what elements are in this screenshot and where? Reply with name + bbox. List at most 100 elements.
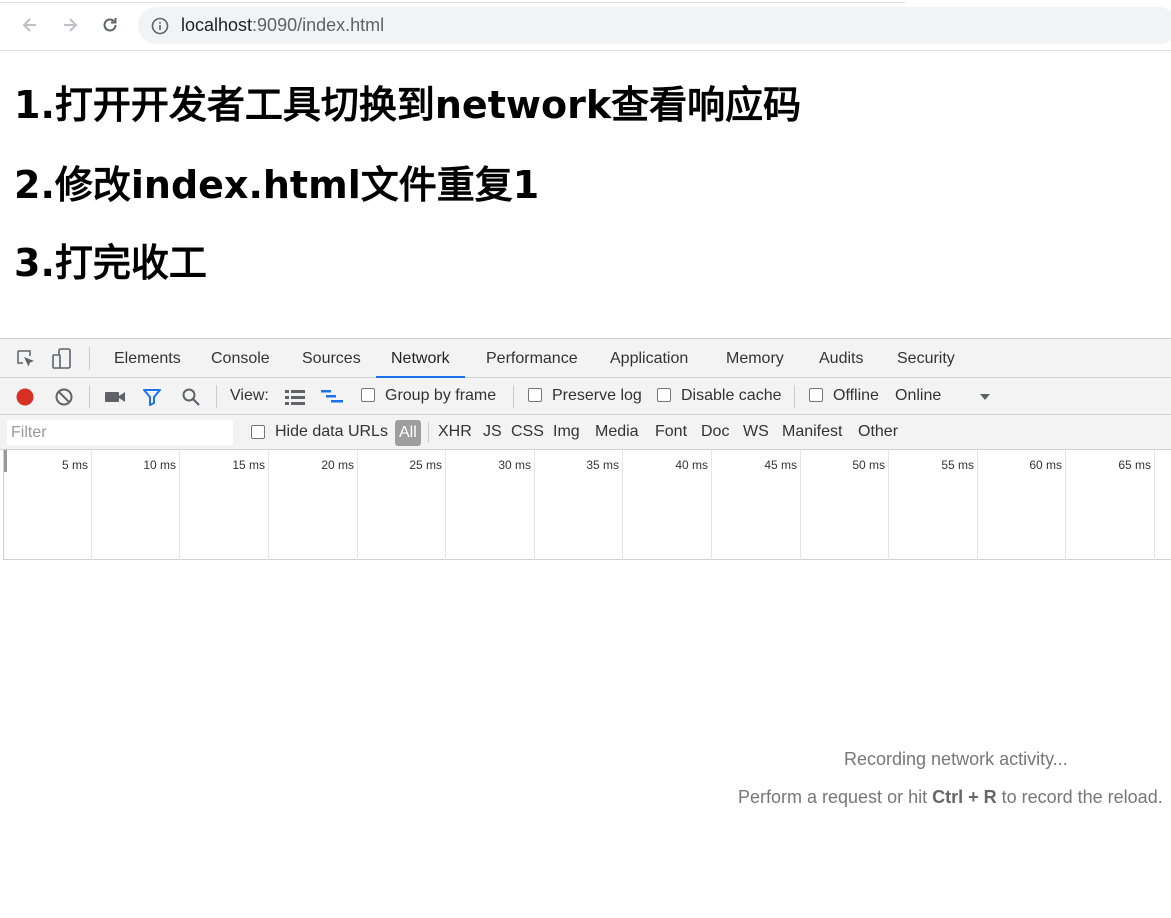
timeline-overview[interactable]: 5 ms 10 ms 15 ms 20 ms 25 ms 30 ms 35 ms… bbox=[3, 450, 1171, 560]
tab-console[interactable]: Console bbox=[211, 339, 270, 378]
reload-icon bbox=[103, 18, 117, 32]
forward-button[interactable] bbox=[58, 13, 82, 37]
inspect-cursor-icon bbox=[17, 350, 34, 367]
filter-type-doc[interactable]: Doc bbox=[701, 423, 729, 441]
filter-type-other[interactable]: Other bbox=[858, 423, 898, 441]
filter-type-xhr[interactable]: XHR bbox=[438, 423, 472, 441]
capture-screenshots-button[interactable] bbox=[104, 386, 126, 408]
filter-funnel-icon bbox=[143, 389, 161, 406]
overview-button[interactable] bbox=[321, 386, 343, 408]
timeline-tick-label: 25 ms bbox=[409, 458, 442, 472]
tab-memory[interactable]: Memory bbox=[726, 339, 784, 378]
heading-step-1: 1.打开开发者工具切换到network查看响应码 bbox=[14, 83, 802, 127]
record-button[interactable] bbox=[14, 386, 36, 408]
page-content: 1.打开开发者工具切换到network查看响应码 2.修改index.html文… bbox=[0, 52, 1171, 338]
hint-key-r: R bbox=[983, 787, 997, 807]
browser-toolbar: localhost:9090/index.html bbox=[0, 0, 1171, 51]
filter-input[interactable] bbox=[7, 420, 233, 445]
toolbar-divider bbox=[794, 385, 795, 408]
disable-cache-label[interactable]: Disable cache bbox=[681, 387, 782, 405]
toolbar-divider bbox=[513, 385, 514, 408]
tab-audits[interactable]: Audits bbox=[819, 339, 863, 378]
back-button[interactable] bbox=[18, 13, 42, 37]
inspect-element-button[interactable] bbox=[15, 348, 37, 370]
offline-checkbox[interactable] bbox=[809, 388, 823, 402]
tab-sources[interactable]: Sources bbox=[302, 339, 361, 378]
throttling-select[interactable]: Online bbox=[895, 387, 941, 405]
timeline-tick: 45 ms bbox=[712, 450, 801, 560]
toolbar-divider bbox=[89, 385, 90, 408]
preserve-log-label[interactable]: Preserve log bbox=[552, 387, 642, 405]
timeline-tick-label: 30 ms bbox=[498, 458, 531, 472]
timeline-tick-label: 15 ms bbox=[232, 458, 265, 472]
filter-type-manifest[interactable]: Manifest bbox=[782, 423, 842, 441]
tab-elements[interactable]: Elements bbox=[114, 339, 181, 378]
record-icon bbox=[16, 388, 34, 406]
tab-performance[interactable]: Performance bbox=[486, 339, 578, 378]
filter-type-media[interactable]: Media bbox=[595, 423, 639, 441]
timeline-tick-label: 60 ms bbox=[1029, 458, 1062, 472]
timeline-tick-label: 35 ms bbox=[586, 458, 619, 472]
search-button[interactable] bbox=[180, 386, 202, 408]
timeline-tick: 50 ms bbox=[801, 450, 889, 560]
clear-button[interactable] bbox=[53, 386, 75, 408]
timeline-tick: 65 ms bbox=[1066, 450, 1155, 560]
timeline-tick-label: 20 ms bbox=[321, 458, 354, 472]
throttling-dropdown-button[interactable] bbox=[974, 386, 996, 408]
url-text[interactable]: localhost:9090/index.html bbox=[181, 15, 384, 36]
arrow-right-icon bbox=[64, 18, 78, 32]
devtools-panel: Elements Console Sources Network Perform… bbox=[0, 338, 1171, 918]
tab-application[interactable]: Application bbox=[610, 339, 688, 378]
arrow-left-icon bbox=[22, 18, 36, 32]
filter-type-ws[interactable]: WS bbox=[743, 423, 769, 441]
timeline-tick-label: 5 ms bbox=[61, 458, 88, 472]
filter-type-js[interactable]: JS bbox=[483, 423, 502, 441]
filter-type-font[interactable]: Font bbox=[655, 423, 687, 441]
timeline-tick-label: 45 ms bbox=[764, 458, 797, 472]
tab-network[interactable]: Network bbox=[376, 339, 465, 378]
filter-type-css[interactable]: CSS bbox=[511, 423, 544, 441]
large-rows-button[interactable] bbox=[284, 386, 306, 408]
hint-plus: + bbox=[963, 787, 984, 807]
hide-data-urls-checkbox[interactable] bbox=[251, 425, 265, 439]
hint-key-ctrl: Ctrl bbox=[932, 787, 964, 807]
search-icon bbox=[182, 388, 200, 406]
filter-type-all[interactable]: All bbox=[395, 420, 421, 446]
devtools-tabbar: Elements Console Sources Network Perform… bbox=[0, 339, 1171, 378]
preserve-log-checkbox[interactable] bbox=[528, 388, 542, 402]
url-host: localhost bbox=[181, 15, 253, 35]
timeline-tick-label: 40 ms bbox=[675, 458, 708, 472]
timeline-tick: 5 ms bbox=[4, 450, 92, 560]
offline-label[interactable]: Offline bbox=[833, 387, 879, 405]
hint-suffix: to record the reload. bbox=[996, 787, 1163, 807]
video-camera-icon bbox=[105, 392, 125, 402]
filterbar-divider bbox=[428, 422, 429, 443]
timeline-tick: 10 ms bbox=[92, 450, 180, 560]
group-by-frame-checkbox[interactable] bbox=[361, 388, 375, 402]
timeline-tick: 25 ms bbox=[358, 450, 446, 560]
timeline-tick-label: 10 ms bbox=[143, 458, 176, 472]
info-icon[interactable] bbox=[151, 17, 169, 35]
timeline-tick: 60 ms bbox=[978, 450, 1066, 560]
tab-security[interactable]: Security bbox=[897, 339, 955, 378]
hide-data-urls-label[interactable]: Hide data URLs bbox=[275, 423, 388, 441]
disable-cache-checkbox[interactable] bbox=[657, 388, 671, 402]
network-toolbar: View: Group by frame Preserve log Disabl… bbox=[0, 378, 1171, 415]
network-empty-state: Recording network activity... Perform a … bbox=[0, 560, 1171, 918]
device-toolbar-button[interactable] bbox=[51, 348, 73, 370]
clear-icon bbox=[55, 388, 73, 406]
network-filterbar: Hide data URLs All XHR JS CSS Img Media … bbox=[0, 415, 1171, 450]
address-bar[interactable]: localhost:9090/index.html bbox=[138, 7, 1171, 44]
group-by-frame-label[interactable]: Group by frame bbox=[385, 387, 496, 405]
tab-strip bbox=[0, 0, 905, 3]
tabbar-divider bbox=[89, 347, 90, 370]
filter-toggle-button[interactable] bbox=[141, 386, 163, 408]
timeline-tick-label: 55 ms bbox=[941, 458, 974, 472]
recording-status: Recording network activity... bbox=[844, 749, 1068, 769]
toolbar-divider bbox=[216, 385, 217, 408]
filter-type-img[interactable]: Img bbox=[553, 423, 580, 441]
device-mobile-icon bbox=[52, 348, 71, 369]
reload-button[interactable] bbox=[98, 13, 122, 37]
timeline-tick: 35 ms bbox=[535, 450, 623, 560]
timeline-tick-label: 65 ms bbox=[1118, 458, 1151, 472]
